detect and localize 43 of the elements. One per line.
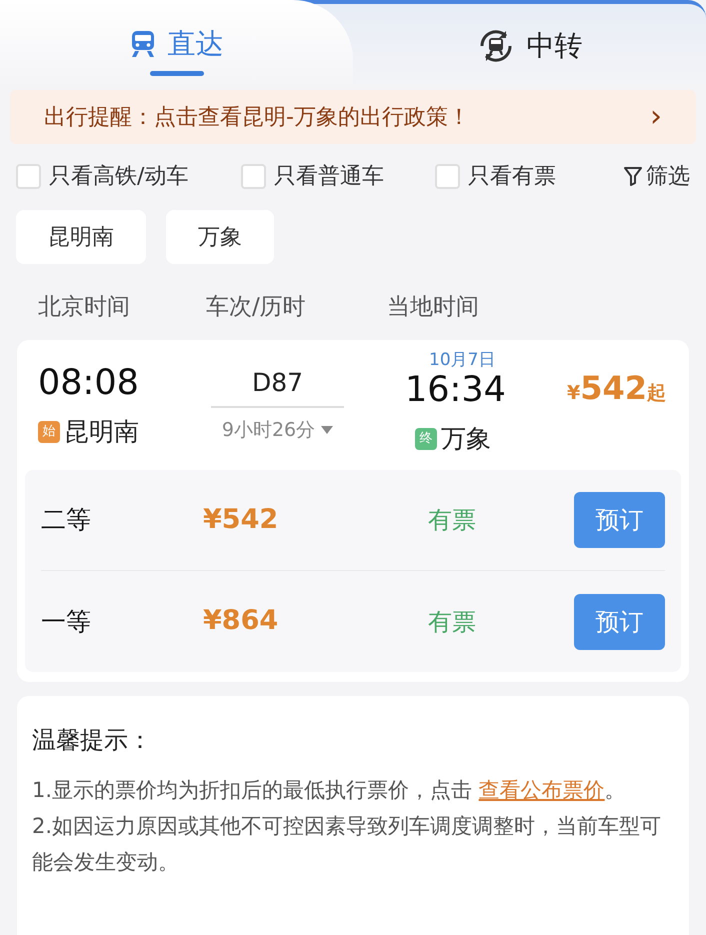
- departure-station: 昆明南: [64, 416, 139, 448]
- tab[interactable]: 中转: [476, 25, 582, 67]
- filter-label: 只看有票: [468, 162, 556, 190]
- tab-indicator: [150, 71, 204, 76]
- column-header: 北京时间: [38, 292, 131, 322]
- caret-icon: [321, 426, 334, 434]
- filter-icon: [624, 166, 642, 186]
- duration-dropdown[interactable]: 9小时26分: [222, 416, 334, 444]
- lowest-price: 542: [580, 368, 647, 409]
- checkbox[interactable]: [241, 164, 266, 188]
- tip-text: 1.显示的票价均为折扣后的最低执行票价，点击 查看公布票价。: [32, 777, 627, 804]
- tips-title: 温馨提示：: [32, 725, 153, 756]
- filter-label: 只看高铁/动车: [49, 162, 188, 190]
- column-header: 车次/历时: [206, 292, 307, 322]
- station-chip[interactable]: 昆明南: [16, 210, 146, 264]
- filter-button[interactable]: 筛选: [624, 160, 690, 192]
- train-icon: [130, 30, 156, 58]
- arrival-time: 16:34: [405, 373, 507, 408]
- column-header: 当地时间: [387, 292, 479, 322]
- notice-banner[interactable]: 出行提醒：点击查看昆明-万象的出行政策！ ›: [10, 90, 696, 144]
- train-card[interactable]: 08:08 始 昆明南 D87 9小时26分 10月7日 16:34 终 万象 ¥542起 二等 ¥542 有票 预订 一等 ¥864 有票 预订: [17, 340, 689, 682]
- currency-symbol: ¥: [566, 381, 580, 406]
- arrival-date: 10月7日: [429, 352, 496, 369]
- checkbox[interactable]: [16, 164, 41, 188]
- start-badge: 始: [38, 420, 60, 443]
- tip-text: 2.如因运力原因或其他不可控因素导致列车调度调整时，当前车型可能会发生变动。: [32, 813, 662, 876]
- seat-class: 一等: [41, 606, 92, 638]
- train-number: D87: [252, 370, 304, 395]
- station-chip[interactable]: 万象: [166, 210, 274, 264]
- seat-price: ¥864: [203, 604, 280, 638]
- tab[interactable]: 直达: [130, 23, 224, 65]
- arrival-station: 万象: [441, 423, 491, 455]
- seat-price: ¥542: [203, 502, 280, 537]
- seat-class: 二等: [41, 504, 92, 536]
- chevron-icon: ›: [650, 102, 662, 132]
- end-badge: 终: [415, 428, 437, 450]
- notice-text: 出行提醒：点击查看昆明-万象的出行政策！: [44, 104, 470, 132]
- filter-label: 只看普通车: [274, 162, 384, 190]
- availability: 有票: [428, 505, 477, 536]
- checkbox[interactable]: [435, 164, 460, 188]
- availability: 有票: [428, 606, 477, 638]
- departure-time: 08:08: [38, 366, 140, 401]
- price-suffix: 起: [647, 381, 666, 406]
